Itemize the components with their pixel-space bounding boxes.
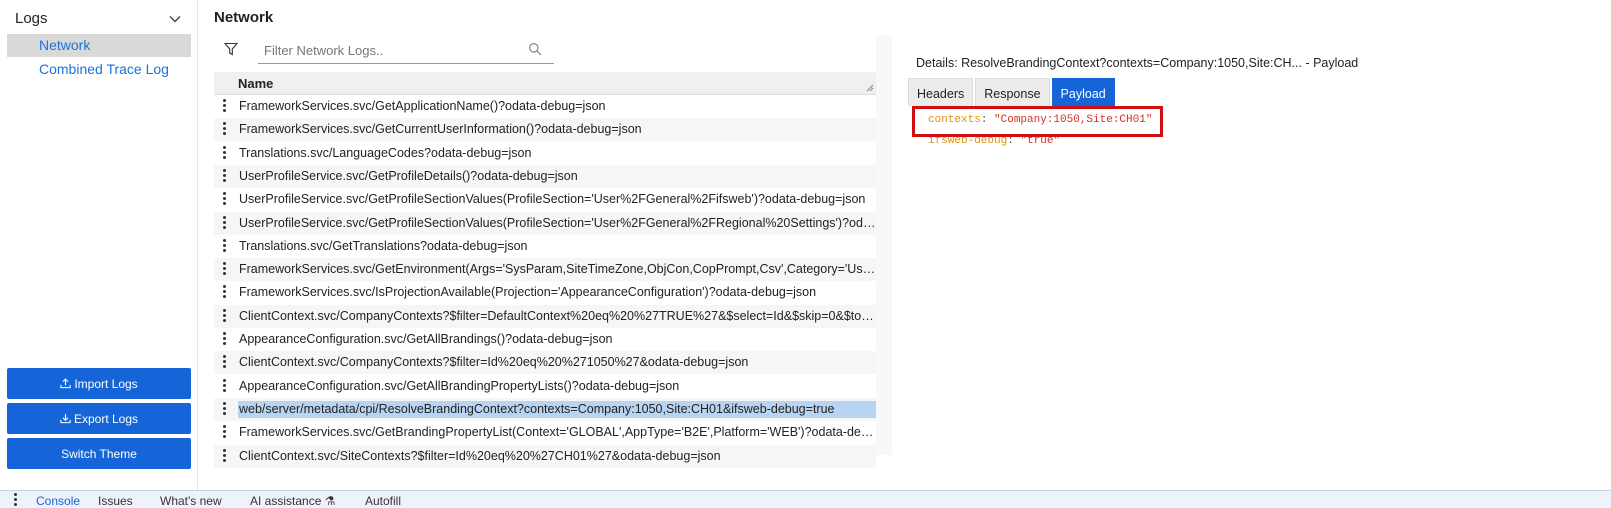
table-row[interactable]: FrameworkServices.svc/IsProjectionAvaila…: [214, 281, 876, 304]
table-row[interactable]: UserProfileService.svc/GetProfileDetails…: [214, 164, 876, 188]
search-icon[interactable]: [528, 42, 542, 56]
row-menu-icon[interactable]: [219, 238, 229, 255]
table-row[interactable]: FrameworkServices.svc/GetApplicationName…: [214, 95, 876, 118]
switch-theme-button[interactable]: Switch Theme: [7, 438, 191, 469]
table-row[interactable]: FrameworkServices.svc/GetBrandingPropert…: [214, 421, 876, 444]
row-menu-icon[interactable]: [219, 191, 229, 208]
request-name-cell[interactable]: UserProfileService.svc/GetProfileSection…: [238, 188, 876, 211]
table-row[interactable]: FrameworkServices.svc/GetCurrentUserInfo…: [214, 118, 876, 142]
network-log-table: Name FrameworkServices.svc/GetApplicatio…: [214, 72, 876, 490]
highlight-annotation: [912, 106, 1163, 137]
network-panel: Network Name FrameworkServices.svc/GetAp…: [199, 0, 1611, 490]
table-header: Name: [214, 72, 876, 95]
drawer-tab-autofill[interactable]: Autofill: [365, 494, 401, 508]
row-menu-icon[interactable]: [219, 331, 229, 348]
request-name-cell[interactable]: FrameworkServices.svc/GetEnvironment(Arg…: [238, 258, 876, 281]
upload-icon: [60, 378, 71, 389]
row-menu-icon[interactable]: [219, 401, 229, 418]
details-title: Details: ResolveBrandingContext?contexts…: [916, 56, 1359, 70]
table-row[interactable]: FrameworkServices.svc/GetEnvironment(Arg…: [214, 258, 876, 282]
table-row[interactable]: Translations.svc/LanguageCodes?odata-deb…: [214, 142, 876, 165]
table-row[interactable]: AppearanceConfiguration.svc/GetAllBrandi…: [214, 328, 876, 351]
row-menu-icon[interactable]: [219, 448, 229, 465]
export-logs-button[interactable]: Export Logs: [7, 403, 191, 434]
table-row[interactable]: Translations.svc/GetTranslations?odata-d…: [214, 235, 876, 258]
request-name-cell[interactable]: web/server/metadata/cpi/ResolveBrandingC…: [238, 400, 876, 418]
logs-section-title: Logs: [15, 10, 48, 27]
export-logs-label: Export Logs: [73, 411, 139, 426]
row-menu-icon[interactable]: [219, 121, 229, 138]
row-menu-icon[interactable]: [219, 378, 229, 395]
row-menu-icon[interactable]: [219, 168, 229, 185]
drawer-tab-issues[interactable]: Issues: [98, 494, 133, 508]
details-tabs: Headers Response Payload: [908, 78, 1115, 106]
table-row[interactable]: ClientContext.svc/SiteContexts?$filter=I…: [214, 444, 876, 468]
table-row[interactable]: ClientContext.svc/CompanyContexts?$filte…: [214, 351, 876, 375]
drawer-tab-whats-new[interactable]: What's new: [160, 494, 222, 508]
import-logs-label: Import Logs: [74, 376, 138, 391]
table-row[interactable]: ClientContext.svc/CompanyContexts?$filte…: [214, 304, 876, 328]
chevron-down-icon[interactable]: [168, 12, 182, 26]
request-name-cell[interactable]: AppearanceConfiguration.svc/GetAllBrandi…: [238, 328, 876, 351]
filter-icon[interactable]: [224, 42, 238, 56]
sidebar: Logs Network Combined Trace Log Import L…: [0, 0, 198, 490]
column-header-name[interactable]: Name: [238, 76, 273, 91]
tab-payload[interactable]: Payload: [1051, 78, 1115, 106]
row-menu-icon[interactable]: [219, 98, 229, 115]
import-logs-button[interactable]: Import Logs: [7, 368, 191, 399]
request-name-cell[interactable]: UserProfileService.svc/GetProfileSection…: [238, 212, 876, 235]
switch-theme-label: Switch Theme: [61, 446, 137, 461]
request-name-cell[interactable]: Translations.svc/LanguageCodes?odata-deb…: [238, 142, 876, 165]
row-menu-icon[interactable]: [219, 354, 229, 371]
row-menu-icon[interactable]: [219, 261, 229, 278]
payload-viewer: contexts: "Company:1050,Site:CH01" ifswe…: [908, 106, 1596, 455]
row-menu-icon[interactable]: [219, 145, 229, 162]
table-row[interactable]: UserProfileService.svc/GetProfileSection…: [214, 188, 876, 211]
drawer-tab-ai-assistance[interactable]: AI assistance ⚗: [250, 494, 335, 508]
request-name-cell[interactable]: AppearanceConfiguration.svc/GetAllBrandi…: [238, 375, 876, 398]
request-name-cell[interactable]: Translations.svc/GetTranslations?odata-d…: [238, 235, 876, 258]
table-row[interactable]: web/server/metadata/cpi/ResolveBrandingC…: [214, 397, 876, 421]
download-icon: [60, 414, 71, 424]
page-title: Network: [214, 9, 274, 26]
drawer-tab-console[interactable]: Console: [36, 494, 80, 508]
resize-handle-icon[interactable]: [866, 84, 874, 92]
row-menu-icon[interactable]: [219, 284, 229, 301]
row-menu-icon[interactable]: [219, 215, 229, 232]
sidebar-item-combined-trace-log[interactable]: Combined Trace Log: [7, 58, 191, 81]
table-row[interactable]: UserProfileService.svc/GetProfileSection…: [214, 211, 876, 235]
request-name-cell[interactable]: ClientContext.svc/SiteContexts?$filter=I…: [238, 445, 876, 468]
tab-headers[interactable]: Headers: [908, 78, 974, 106]
devtools-drawer: Console Issues What's new AI assistance …: [0, 490, 1611, 508]
search-input[interactable]: [264, 40, 514, 60]
row-menu-icon[interactable]: [219, 424, 229, 441]
request-name-cell[interactable]: FrameworkServices.svc/GetCurrentUserInfo…: [238, 118, 876, 141]
table-row[interactable]: AppearanceConfiguration.svc/GetAllBrandi…: [214, 375, 876, 398]
request-name-cell[interactable]: ClientContext.svc/CompanyContexts?$filte…: [238, 305, 876, 328]
sidebar-item-network[interactable]: Network: [7, 34, 191, 57]
row-menu-icon[interactable]: [219, 308, 229, 325]
tab-response[interactable]: Response: [975, 78, 1050, 106]
drawer-menu-icon[interactable]: [12, 493, 18, 507]
request-name-cell[interactable]: FrameworkServices.svc/GetBrandingPropert…: [238, 421, 876, 444]
request-name-cell[interactable]: ClientContext.svc/CompanyContexts?$filte…: [238, 351, 876, 374]
logs-section-header[interactable]: Logs: [0, 6, 198, 32]
request-name-cell[interactable]: UserProfileService.svc/GetProfileDetails…: [238, 165, 876, 188]
details-pane: Details: ResolveBrandingContext?contexts…: [876, 35, 1596, 455]
details-panel: Details: ResolveBrandingContext?contexts…: [892, 35, 1596, 455]
request-name-cell[interactable]: FrameworkServices.svc/GetApplicationName…: [238, 95, 876, 118]
request-name-cell[interactable]: FrameworkServices.svc/IsProjectionAvaila…: [238, 281, 876, 304]
search-field: [258, 36, 554, 64]
